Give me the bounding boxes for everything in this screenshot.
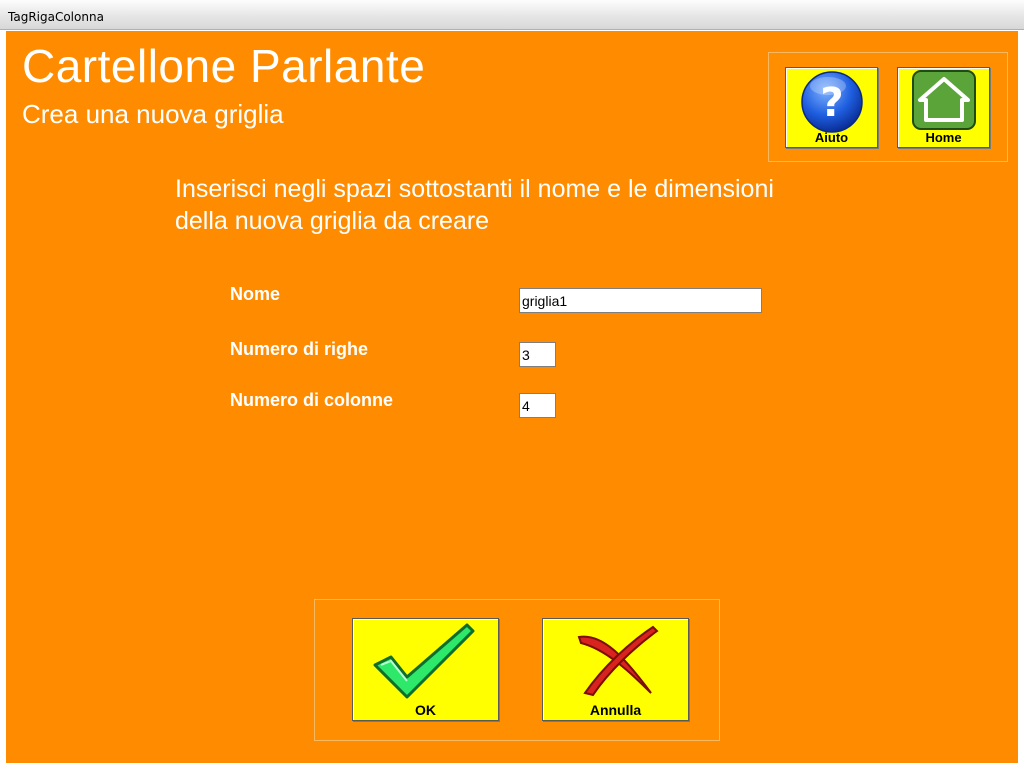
home-button-label: Home xyxy=(925,130,962,145)
cols-label: Numero di colonne xyxy=(230,390,394,410)
rows-label: Numero di righe xyxy=(230,339,369,359)
name-input[interactable] xyxy=(519,288,762,313)
house-icon xyxy=(912,70,976,130)
top-toolbar: ? Aiuto Home xyxy=(768,52,1008,162)
name-label: Nome xyxy=(230,284,281,304)
help-button[interactable]: ? Aiuto xyxy=(785,67,878,148)
cancel-button[interactable]: Annulla xyxy=(542,618,689,721)
help-button-label: Aiuto xyxy=(814,130,849,145)
window-title: TagRigaColonna xyxy=(8,10,104,24)
cross-icon xyxy=(577,625,659,697)
instructions-text: Inserisci negli spazi sottostanti il nom… xyxy=(175,175,774,235)
ok-button-label: OK xyxy=(415,702,436,718)
checkmark-icon xyxy=(373,623,475,699)
page-subtitle: Crea una nuova griglia xyxy=(22,99,284,129)
app-title: Cartellone Parlante xyxy=(22,40,426,92)
rows-input[interactable] xyxy=(519,342,556,367)
svg-text:?: ? xyxy=(820,80,843,126)
main-panel: Cartellone Parlante Crea una nuova grigl… xyxy=(6,31,1018,763)
cancel-button-label: Annulla xyxy=(589,702,642,718)
window-titlebar: TagRigaColonna xyxy=(0,0,1024,30)
ok-button[interactable]: OK xyxy=(352,618,499,721)
question-mark-icon: ? xyxy=(801,71,863,133)
cols-input[interactable] xyxy=(519,393,556,418)
home-button[interactable]: Home xyxy=(897,67,990,148)
action-bar: OK Annulla xyxy=(314,599,720,741)
